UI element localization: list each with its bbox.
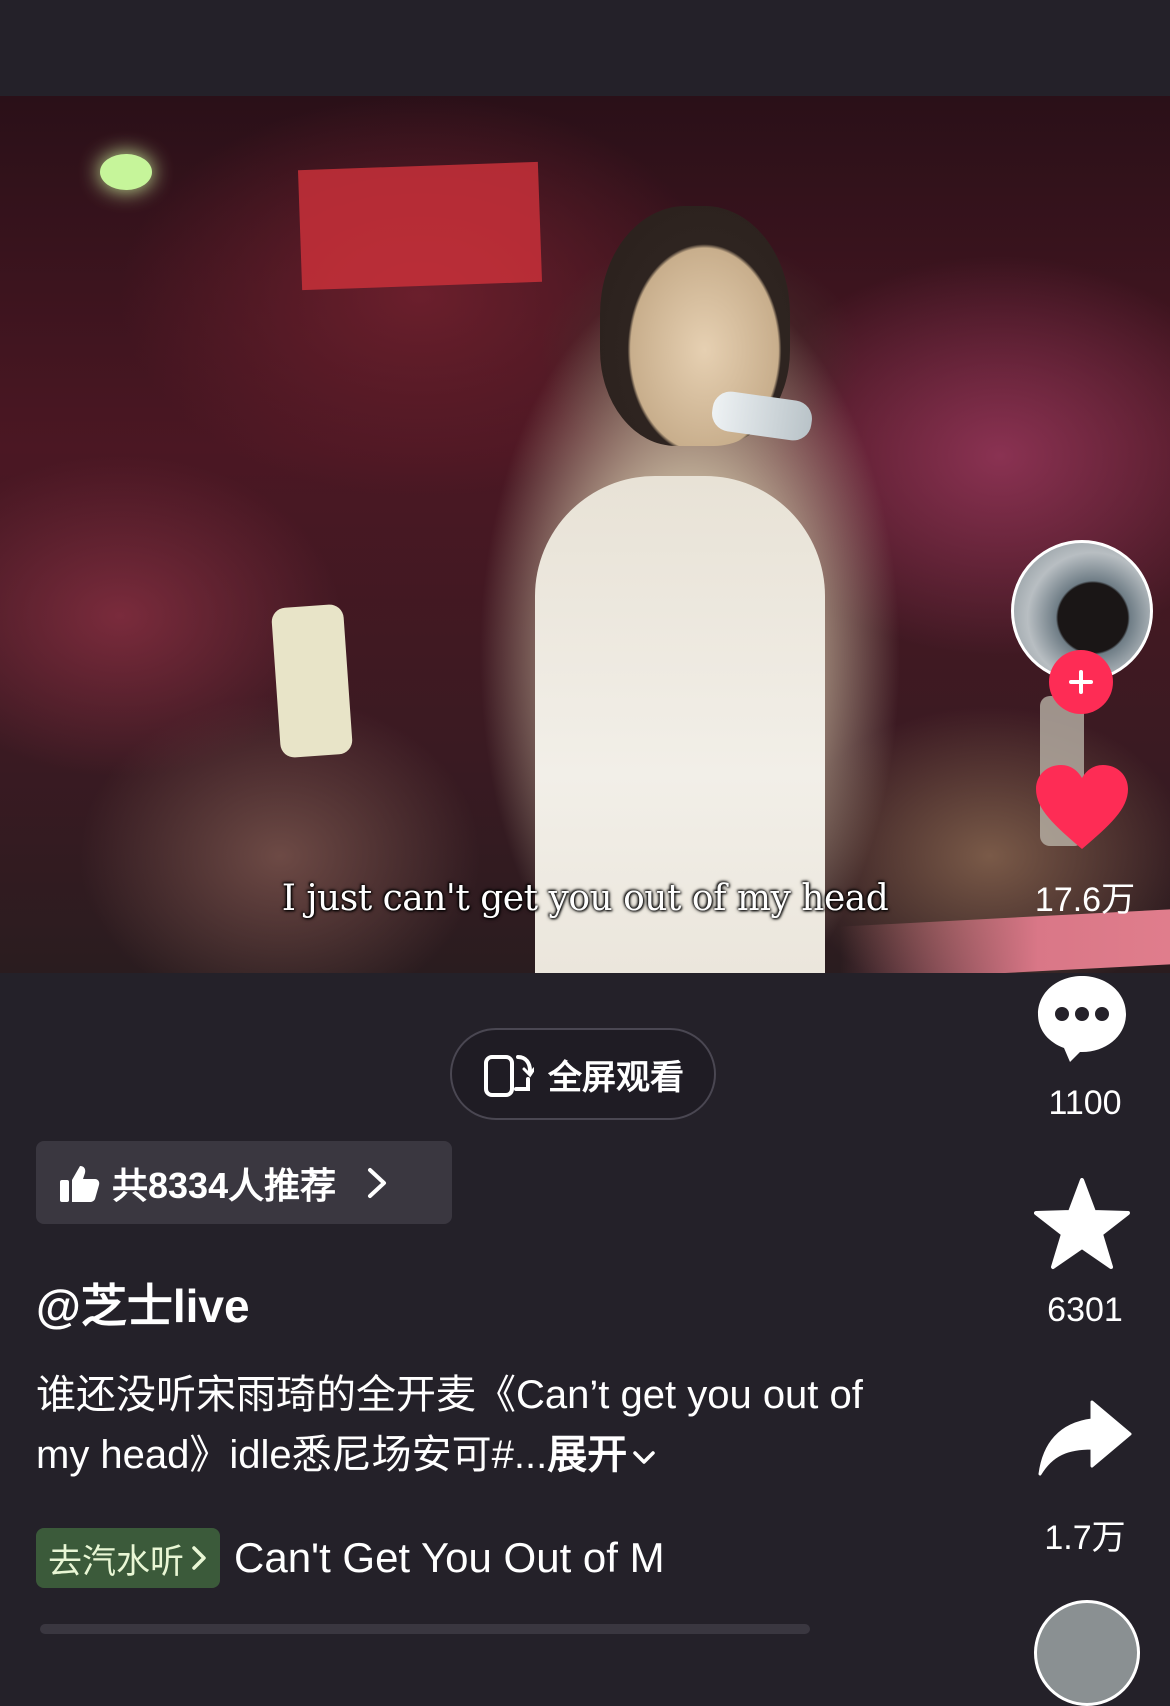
comment-count: 1100 — [1048, 1084, 1122, 1122]
comment-icon — [1038, 976, 1126, 1062]
star-icon — [1034, 1178, 1130, 1269]
comment-button[interactable] — [1034, 970, 1130, 1066]
crowd-banner — [297, 161, 543, 291]
plus-icon — [1069, 670, 1093, 694]
heart-icon — [1036, 765, 1128, 849]
creator-avatar-button[interactable] — [1011, 540, 1153, 714]
chevron-right-icon — [192, 1546, 206, 1570]
music-disc-avatar[interactable] — [1034, 1600, 1140, 1706]
crowd-lightstick — [100, 154, 152, 190]
music-title[interactable]: Can't Get You Out of M — [234, 1534, 714, 1582]
description-text: 谁还没听宋雨琦的全开麦《Can’t get you out of my head… — [36, 1373, 863, 1477]
top-bar — [0, 0, 1170, 96]
video-description[interactable]: 谁还没听宋雨琦的全开麦《Can’t get you out of my head… — [36, 1365, 906, 1485]
rotate-screen-icon — [484, 1055, 534, 1097]
recommend-label: 共8334人推荐 — [112, 1164, 337, 1206]
fullscreen-button[interactable]: 全屏观看 — [450, 1028, 716, 1120]
author-name[interactable]: @芝士live — [36, 1270, 250, 1336]
chevron-right-icon — [368, 1167, 387, 1198]
share-count: 1.7万 — [1044, 1519, 1126, 1557]
favorite-count: 6301 — [1047, 1291, 1123, 1329]
follow-button[interactable] — [1049, 650, 1113, 714]
bottom-input-bar[interactable] — [40, 1624, 810, 1634]
thumbs-up-icon — [60, 1165, 100, 1202]
listen-on-qishui-button[interactable]: 去汽水听 — [36, 1528, 220, 1588]
fullscreen-label: 全屏观看 — [548, 1058, 684, 1097]
video-subtitle: I just can't get you out of my head — [281, 878, 889, 919]
music-row: 去汽水听 Can't Get You Out of M — [36, 1528, 714, 1588]
expand-label: 展开 — [547, 1433, 628, 1477]
expand-button[interactable]: 展开 — [547, 1433, 657, 1477]
share-button[interactable] — [1036, 1398, 1132, 1478]
share-icon — [1038, 1400, 1132, 1476]
chevron-down-icon — [633, 1451, 656, 1464]
favorite-button[interactable] — [1034, 1176, 1130, 1272]
video-player[interactable]: I just can't get you out of my head — [0, 96, 1170, 973]
recommend-bar[interactable]: 共8334人推荐 — [36, 1141, 452, 1224]
like-button[interactable] — [1032, 760, 1132, 856]
music-tag-label: 去汽水听 — [48, 1542, 184, 1581]
like-count: 17.6万 — [1034, 881, 1136, 919]
crowd-phone — [270, 603, 354, 759]
